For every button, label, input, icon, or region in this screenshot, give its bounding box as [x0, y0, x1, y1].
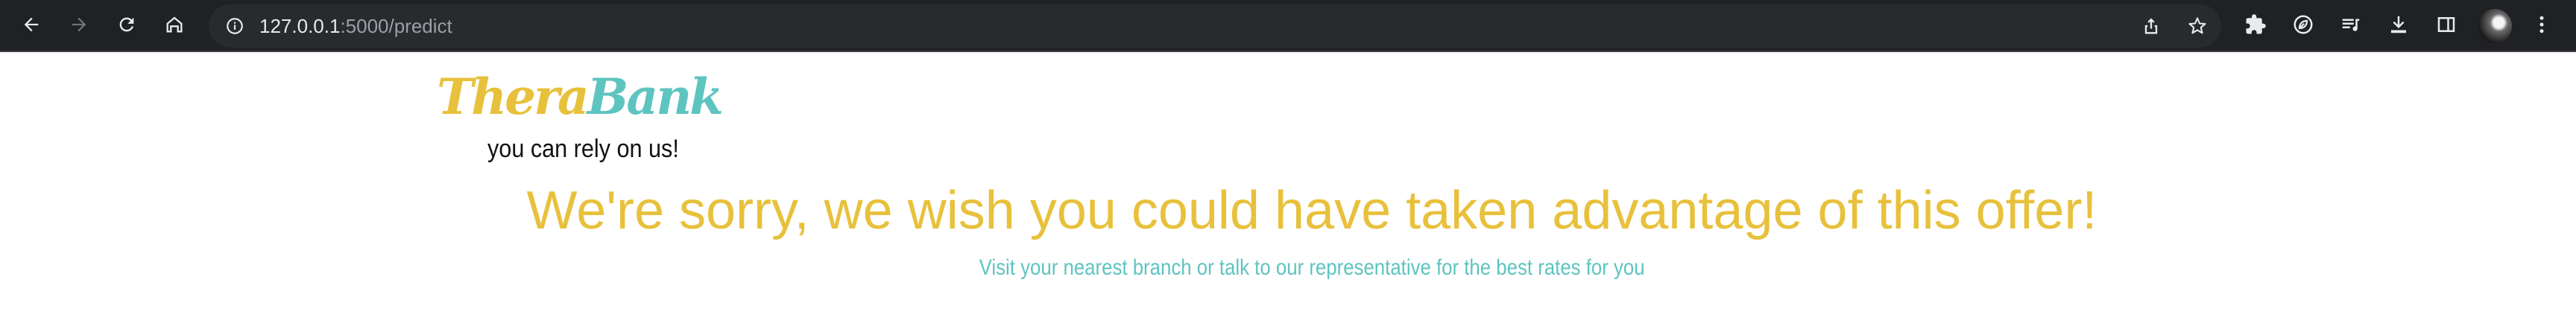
more-menu-icon: [2531, 13, 2553, 39]
result-subtext-label: Visit your nearest branch or talk to our…: [979, 255, 1645, 280]
result-headline: We're sorry, we wish you could have take…: [526, 181, 2097, 240]
share-icon[interactable]: [2139, 14, 2163, 38]
therabank-logo: TheraBank: [437, 68, 724, 126]
reload-icon: [116, 14, 137, 38]
logo-thera-text: Thera: [437, 68, 590, 126]
downloads-button[interactable]: [2382, 10, 2415, 42]
media-controls-button[interactable]: [2334, 10, 2367, 42]
home-button[interactable]: [158, 10, 191, 42]
back-button[interactable]: [15, 10, 48, 42]
extensions-puzzle-icon: [2244, 13, 2267, 39]
url-text[interactable]: 127.0.0.1:5000/predict: [259, 4, 452, 48]
forward-arrow-icon: [69, 14, 89, 38]
side-panel-button[interactable]: [2430, 10, 2463, 42]
extensions-button[interactable]: [2239, 10, 2272, 42]
leaf-extension-button[interactable]: [2287, 10, 2320, 42]
home-icon: [164, 14, 185, 38]
media-playlist-icon: [2340, 13, 2362, 39]
reload-button[interactable]: [110, 10, 143, 42]
side-panel-icon: [2435, 13, 2457, 39]
tagline: you can rely on us!: [487, 135, 679, 163]
address-bar[interactable]: 127.0.0.1:5000/predict: [209, 4, 2221, 48]
download-icon: [2387, 13, 2410, 39]
star-icon[interactable]: [2185, 14, 2209, 38]
back-arrow-icon: [21, 14, 42, 38]
url-host: 127.0.0.1: [259, 15, 341, 37]
logo-bank-text: Bank: [587, 68, 724, 126]
forward-button[interactable]: [63, 10, 95, 42]
more-menu-button[interactable]: [2525, 10, 2558, 42]
info-icon[interactable]: [224, 15, 246, 37]
browser-toolbar: 127.0.0.1:5000/predict: [0, 0, 2576, 52]
result-subtext: Visit your nearest branch or talk to our…: [0, 253, 2576, 283]
leaf-extension-icon: [2292, 13, 2314, 39]
url-path: :5000/predict: [340, 15, 452, 37]
profile-avatar[interactable]: [2478, 9, 2512, 43]
